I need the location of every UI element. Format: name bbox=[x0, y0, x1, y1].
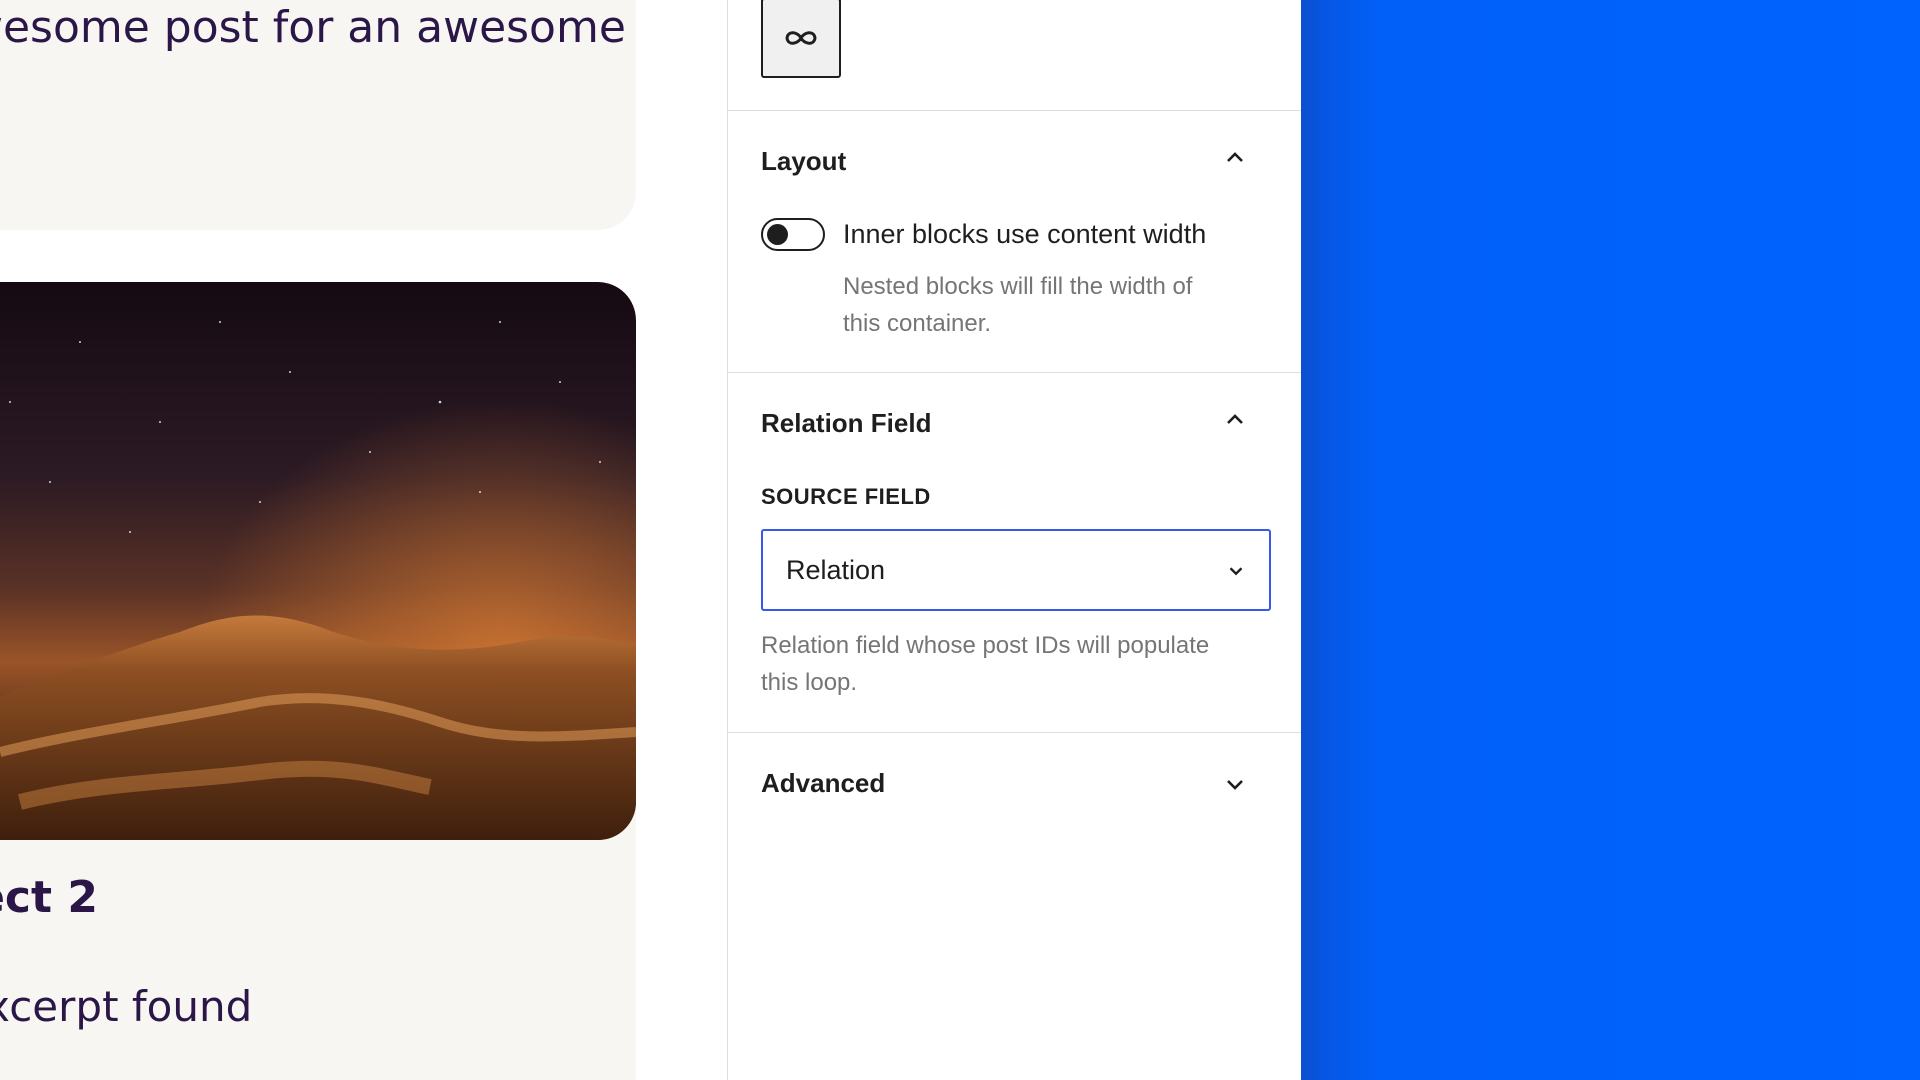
source-field-help: Relation field whose post IDs will popul… bbox=[761, 627, 1209, 701]
toggle-knob bbox=[767, 224, 788, 245]
source-field-help-line-2: this loop. bbox=[761, 669, 858, 696]
link-button[interactable] bbox=[761, 0, 841, 78]
content-width-help-line-1: Nested blocks will fill the width of bbox=[843, 273, 1193, 300]
post-card-1-title-line-2: s bbox=[0, 56, 626, 112]
content-width-toggle-label[interactable]: Inner blocks use content width bbox=[843, 219, 1206, 250]
source-field-label: SOURCE FIELD bbox=[761, 484, 931, 509]
content-width-help: Nested blocks will fill the width of thi… bbox=[843, 268, 1192, 342]
content-width-toggle[interactable] bbox=[761, 218, 825, 251]
editor-canvas: awesome post for an awesome s bbox=[0, 0, 727, 1080]
source-field-help-line-1: Relation field whose post IDs will popul… bbox=[761, 632, 1210, 659]
chevron-up-icon[interactable] bbox=[1223, 408, 1247, 432]
post-card-2[interactable]: ject 2 excerpt found bbox=[0, 282, 636, 1080]
link-icon bbox=[785, 31, 817, 45]
post-card-2-title[interactable]: ject 2 bbox=[0, 872, 98, 923]
source-field-select[interactable]: Relation bbox=[761, 529, 1271, 611]
chevron-down-icon[interactable] bbox=[1223, 772, 1247, 796]
source-field-select-value: Relation bbox=[786, 555, 886, 585]
block-settings-sidebar: Layout Inner blocks use content width Ne… bbox=[727, 0, 1301, 1080]
layout-panel-title: Layout bbox=[761, 146, 847, 176]
panel-divider bbox=[728, 110, 1301, 111]
relation-field-panel-title: Relation Field bbox=[761, 408, 932, 438]
panel-divider bbox=[728, 732, 1301, 733]
advanced-panel-title: Advanced bbox=[761, 768, 886, 798]
featured-image[interactable] bbox=[0, 282, 636, 840]
post-card-1[interactable]: awesome post for an awesome s bbox=[0, 0, 636, 230]
chevron-down-icon bbox=[1229, 567, 1243, 576]
desktop-background bbox=[1301, 0, 1920, 1080]
post-card-1-title-line-1: awesome post for an awesome bbox=[0, 2, 626, 53]
chevron-up-icon[interactable] bbox=[1223, 146, 1247, 170]
post-card-2-excerpt: excerpt found bbox=[0, 982, 253, 1031]
post-card-1-title: awesome post for an awesome s bbox=[0, 0, 626, 112]
content-width-help-line-2: this container. bbox=[843, 310, 992, 337]
panel-divider bbox=[728, 372, 1301, 373]
desert-night-photo bbox=[0, 282, 636, 840]
